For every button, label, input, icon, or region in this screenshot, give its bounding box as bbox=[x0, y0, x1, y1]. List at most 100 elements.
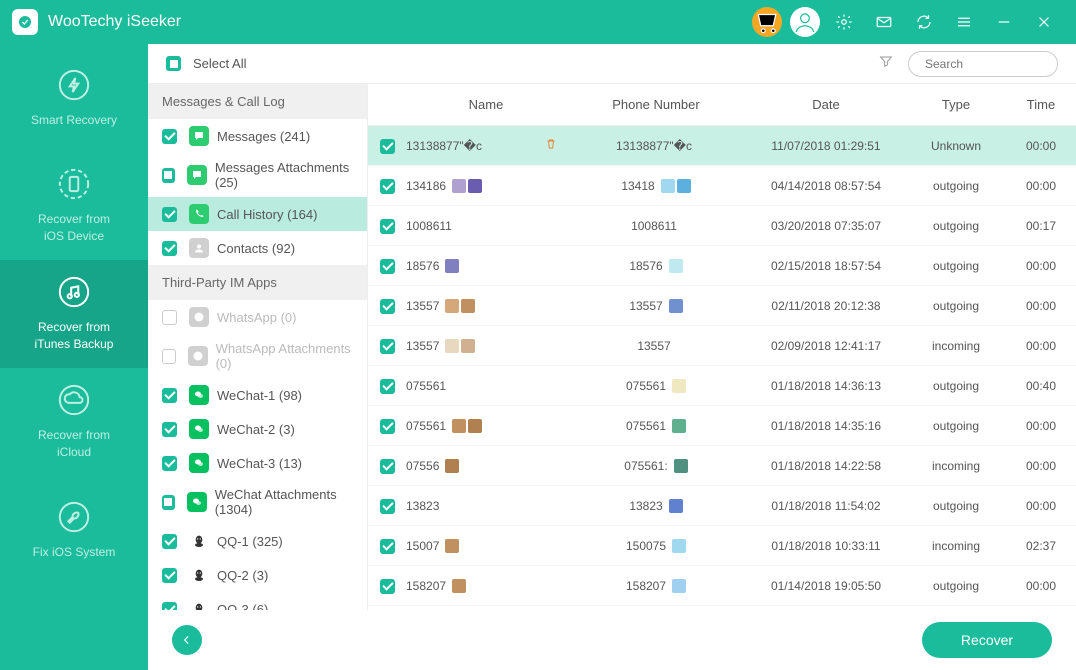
tree-item-icon bbox=[189, 531, 209, 551]
settings-icon[interactable] bbox=[830, 8, 858, 36]
table-row[interactable]: 185761857602/15/2018 18:57:54outgoing00:… bbox=[368, 246, 1076, 286]
row-checkbox[interactable] bbox=[380, 139, 395, 154]
tree-group-header: Third-Party IM Apps bbox=[148, 265, 367, 300]
tree-checkbox[interactable] bbox=[162, 310, 177, 325]
cell-name: 13138877"�c bbox=[406, 139, 482, 153]
tree-item-icon bbox=[187, 165, 207, 185]
tree-checkbox[interactable] bbox=[162, 422, 177, 437]
user-button[interactable] bbox=[790, 7, 820, 37]
sidebar-item[interactable]: Fix iOS System bbox=[0, 476, 148, 584]
back-button[interactable] bbox=[172, 625, 202, 655]
table-row[interactable]: 13138877"�c13138877"�c11/07/2018 01:29:5… bbox=[368, 126, 1076, 166]
cell-phone: 1008611 bbox=[631, 219, 677, 233]
row-checkbox[interactable] bbox=[380, 499, 395, 514]
cell-name: 13557 bbox=[406, 339, 439, 353]
tree-item[interactable]: Messages Attachments (25) bbox=[148, 153, 367, 197]
table-row[interactable]: 138231382301/18/2018 11:54:02outgoing00:… bbox=[368, 486, 1076, 526]
tree-checkbox[interactable] bbox=[162, 349, 176, 364]
row-checkbox[interactable] bbox=[380, 419, 395, 434]
select-all-checkbox[interactable] bbox=[166, 56, 181, 71]
table-row[interactable]: 07556075561:01/18/2018 14:22:58incoming0… bbox=[368, 446, 1076, 486]
tree-item[interactable]: WeChat-2 (3) bbox=[148, 412, 367, 446]
filter-icon[interactable] bbox=[878, 53, 894, 74]
col-time: Time bbox=[1006, 97, 1076, 112]
cell-time: 00:00 bbox=[1006, 259, 1076, 273]
table-row[interactable]: 15820715820701/14/2018 19:05:50outgoing0… bbox=[368, 566, 1076, 606]
tree-checkbox[interactable] bbox=[162, 129, 177, 144]
sidebar-item[interactable]: Smart Recovery bbox=[0, 44, 148, 152]
delete-icon[interactable] bbox=[544, 137, 558, 154]
table-row[interactable]: 07556107556101/18/2018 14:35:16outgoing0… bbox=[368, 406, 1076, 446]
cell-time: 00:00 bbox=[1006, 419, 1076, 433]
tree-item[interactable]: Contacts (92) bbox=[148, 231, 367, 265]
row-checkbox[interactable] bbox=[380, 379, 395, 394]
menu-icon[interactable] bbox=[950, 8, 978, 36]
cell-date: 11/07/2018 01:29:51 bbox=[746, 139, 906, 153]
tree-item[interactable]: WhatsApp (0) bbox=[148, 300, 367, 334]
content-topbar: Select All bbox=[148, 44, 1076, 84]
close-icon[interactable] bbox=[1030, 8, 1058, 36]
refresh-icon[interactable] bbox=[910, 8, 938, 36]
row-checkbox[interactable] bbox=[380, 539, 395, 554]
row-checkbox[interactable] bbox=[380, 179, 395, 194]
minimize-icon[interactable] bbox=[990, 8, 1018, 36]
table-row[interactable]: 1500715007501/18/2018 10:33:11incoming02… bbox=[368, 526, 1076, 566]
tree-checkbox[interactable] bbox=[162, 241, 177, 256]
tree-item[interactable]: QQ-1 (325) bbox=[148, 524, 367, 558]
search-input[interactable] bbox=[925, 57, 1076, 71]
recover-button[interactable]: Recover bbox=[922, 622, 1052, 658]
table-row[interactable]: 07556107556101/18/2018 14:36:13outgoing0… bbox=[368, 366, 1076, 406]
cell-phone: 13823 bbox=[629, 499, 662, 513]
tree-checkbox[interactable] bbox=[162, 602, 177, 611]
cell-phone: 158207 bbox=[626, 579, 666, 593]
tree-checkbox[interactable] bbox=[162, 168, 175, 183]
tree-checkbox[interactable] bbox=[162, 388, 177, 403]
cell-date: 01/18/2018 14:36:13 bbox=[746, 379, 906, 393]
table-row[interactable]: 135571355702/11/2018 20:12:38outgoing00:… bbox=[368, 286, 1076, 326]
cell-type: incoming bbox=[906, 539, 1006, 553]
table-header: Name Phone Number Date Type Time bbox=[368, 84, 1076, 126]
cell-type: outgoing bbox=[906, 379, 1006, 393]
tree-item-label: WeChat-2 (3) bbox=[217, 422, 295, 437]
row-checkbox[interactable] bbox=[380, 219, 395, 234]
cell-phone: 075561 bbox=[626, 419, 666, 433]
cart-button[interactable] bbox=[752, 7, 782, 37]
sidebar-item[interactable]: Recover fromiCloud bbox=[0, 368, 148, 476]
tree-checkbox[interactable] bbox=[162, 207, 177, 222]
mail-icon[interactable] bbox=[870, 8, 898, 36]
tree-item-icon bbox=[188, 346, 208, 366]
col-name: Name bbox=[406, 97, 566, 112]
tree-item[interactable]: QQ-2 (3) bbox=[148, 558, 367, 592]
table-row[interactable]: 1008611100861103/20/2018 07:35:07outgoin… bbox=[368, 206, 1076, 246]
category-tree: Messages & Call LogMessages (241)Message… bbox=[148, 84, 368, 610]
tree-item[interactable]: Messages (241) bbox=[148, 119, 367, 153]
tree-item-icon bbox=[189, 453, 209, 473]
tree-item-label: WeChat-3 (13) bbox=[217, 456, 302, 471]
tree-checkbox[interactable] bbox=[162, 456, 177, 471]
tree-item[interactable]: Call History (164) bbox=[148, 197, 367, 231]
tree-checkbox[interactable] bbox=[162, 568, 177, 583]
table-row[interactable]: 1341861341804/14/2018 08:57:54outgoing00… bbox=[368, 166, 1076, 206]
sidebar-item[interactable]: Recover fromiTunes Backup bbox=[0, 260, 148, 368]
cell-time: 00:17 bbox=[1006, 219, 1076, 233]
cell-time: 00:00 bbox=[1006, 339, 1076, 353]
tree-item-label: Messages (241) bbox=[217, 129, 310, 144]
tree-item-label: WeChat Attachments (1304) bbox=[215, 487, 353, 517]
tree-checkbox[interactable] bbox=[162, 495, 175, 510]
row-checkbox[interactable] bbox=[380, 259, 395, 274]
row-checkbox[interactable] bbox=[380, 339, 395, 354]
cell-time: 00:00 bbox=[1006, 499, 1076, 513]
row-checkbox[interactable] bbox=[380, 579, 395, 594]
tree-checkbox[interactable] bbox=[162, 534, 177, 549]
tree-item[interactable]: WeChat-1 (98) bbox=[148, 378, 367, 412]
sidebar-item[interactable]: Recover fromiOS Device bbox=[0, 152, 148, 260]
tree-item[interactable]: WeChat Attachments (1304) bbox=[148, 480, 367, 524]
search-box[interactable] bbox=[908, 51, 1058, 77]
tree-item[interactable]: QQ-3 (6) bbox=[148, 592, 367, 610]
tree-item[interactable]: WhatsApp Attachments (0) bbox=[148, 334, 367, 378]
tree-item[interactable]: WeChat-3 (13) bbox=[148, 446, 367, 480]
cell-name: 13557 bbox=[406, 299, 439, 313]
table-row[interactable]: 135571355702/09/2018 12:41:17incoming00:… bbox=[368, 326, 1076, 366]
row-checkbox[interactable] bbox=[380, 459, 395, 474]
row-checkbox[interactable] bbox=[380, 299, 395, 314]
